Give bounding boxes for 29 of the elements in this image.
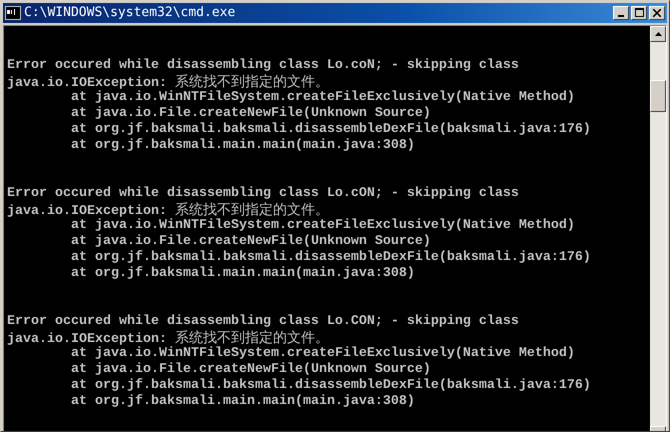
exception-line: java.io.IOException: 系统找不到指定的文件。: [7, 330, 329, 346]
stack-trace-line: at java.io.WinNTFileSystem.createFileExclusively(Native Method): [71, 346, 576, 362]
maximize-button[interactable]: [631, 6, 647, 20]
scroll-thumb[interactable]: [650, 80, 666, 112]
scroll-up-button[interactable]: [650, 26, 666, 42]
maximize-icon: [634, 8, 644, 18]
stack-trace-line: at org.jf.baksmali.main.main(main.java:308): [70, 266, 416, 282]
window-title: C:\WINDOWS\system32\cmd.exe: [24, 4, 236, 22]
error-line: Error occured while disassembling class Lo.CON; - skipping class: [7, 314, 520, 330]
stack-trace-line: at org.jf.baksmali.baksmali.disassembleDexFile(baksmali.java:176): [70, 250, 592, 266]
up-arrow-icon: [654, 32, 662, 36]
close-button[interactable]: [649, 6, 665, 20]
error-line: Error occured while disassembling class Lo.coN; - skipping class: [7, 58, 520, 74]
error-line: Error occured while disassembling class Lo.cON; - skipping class: [7, 186, 520, 202]
stack-trace-line: at java.io.File.createNewFile(Unknown Source): [70, 362, 432, 378]
exception-line: java.io.IOException: 系统找不到指定的文件。: [7, 202, 329, 218]
stack-trace-line: at org.jf.baksmali.main.main(main.java:308): [70, 138, 416, 154]
console-icon: [5, 6, 21, 20]
stack-trace-line: at org.jf.baksmali.baksmali.disassembleDexFile(baksmali.java:176): [70, 378, 592, 394]
minimize-button[interactable]: [613, 6, 629, 20]
stack-trace-line: at java.io.File.createNewFile(Unknown Source): [70, 106, 432, 122]
stack-trace-line: at java.io.File.createNewFile(Unknown Source): [70, 234, 432, 250]
minimize-icon: [618, 14, 624, 17]
stack-trace-line: at org.jf.baksmali.main.main(main.java:308): [70, 394, 416, 410]
stack-trace-line: at org.jf.baksmali.baksmali.disassembleDexFile(baksmali.java:176): [70, 122, 592, 138]
stack-trace-line: at java.io.WinNTFileSystem.createFileExclusively(Native Method): [71, 218, 576, 234]
stack-trace-line: at java.io.WinNTFileSystem.createFileExclusively(Native Method): [71, 90, 576, 106]
close-icon: [653, 8, 661, 17]
exception-line: java.io.IOException: 系统找不到指定的文件。: [7, 74, 329, 90]
